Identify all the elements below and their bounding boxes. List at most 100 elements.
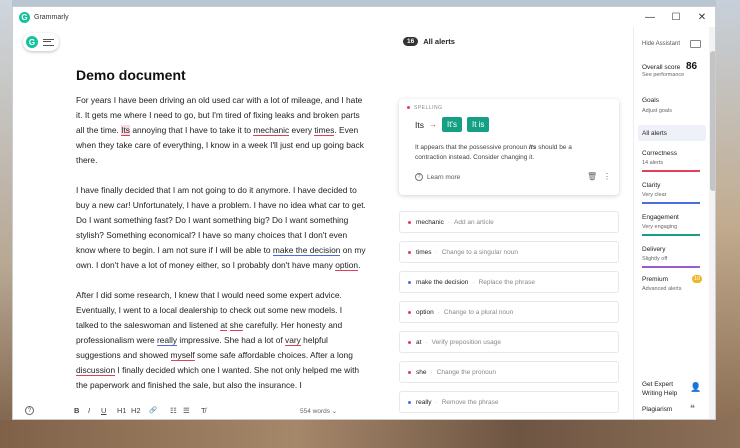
grammarly-menu-button[interactable]: G bbox=[23, 33, 59, 51]
category-clarity[interactable]: Clarity Very clear bbox=[642, 181, 700, 204]
learn-more-link[interactable]: ? Learn more bbox=[415, 173, 460, 181]
alert-list-item[interactable]: mechanic · Add an article bbox=[399, 211, 619, 233]
italic-button[interactable]: I bbox=[88, 406, 90, 415]
document-paragraph[interactable]: I have finally decided that I am not goi… bbox=[76, 183, 366, 273]
flagged-word[interactable]: option bbox=[335, 260, 359, 271]
expert-help-button[interactable]: Get Expert Writing Help bbox=[642, 380, 690, 398]
flagged-word[interactable]: mechanic bbox=[253, 125, 290, 136]
document-title[interactable]: Demo document bbox=[76, 67, 186, 83]
flagged-word[interactable]: make the decision bbox=[272, 245, 341, 256]
arrow-icon: → bbox=[428, 120, 437, 129]
category-name: Correctness bbox=[642, 150, 678, 157]
overall-score-label[interactable]: Overall score See performance bbox=[642, 64, 684, 78]
maximize-button[interactable]: ☐ bbox=[663, 7, 689, 27]
category-color-bar bbox=[642, 170, 700, 172]
alert-list-item[interactable]: she · Change the pronoun bbox=[399, 361, 619, 383]
bold-button[interactable]: B bbox=[74, 406, 79, 415]
formatting-toolbar: ? B I U H1 H2 🔗 ☷ ☰ T̸ 554 words ⌄ bbox=[13, 401, 399, 419]
alert-hint: Change to a singular noun bbox=[441, 248, 518, 256]
category-engagement[interactable]: Engagement Very engaging bbox=[642, 213, 700, 236]
ordered-list-icon[interactable]: ☷ bbox=[170, 406, 177, 415]
desktop-background-left bbox=[0, 0, 12, 448]
window-scrollbar[interactable] bbox=[709, 27, 715, 419]
alert-list-item[interactable]: at · Verify preposition usage bbox=[399, 331, 619, 353]
flagged-word[interactable]: discussion bbox=[76, 365, 116, 376]
word-count[interactable]: 554 words ⌄ bbox=[300, 407, 337, 415]
all-alerts-tab[interactable]: All alerts bbox=[638, 125, 706, 141]
title-bar: G Grammarly — ☐ ✕ bbox=[13, 7, 715, 27]
flagged-word[interactable]: myself bbox=[170, 350, 195, 361]
document-body[interactable]: For years I have been driving an old use… bbox=[76, 93, 366, 417]
alert-word: she bbox=[416, 368, 427, 376]
desktop-background-right bbox=[716, 0, 740, 448]
alert-hint: Verify preposition usage bbox=[431, 338, 501, 346]
link-icon[interactable]: 🔗 bbox=[149, 406, 157, 414]
category-name: Delivery bbox=[642, 246, 666, 253]
heading1-button[interactable]: H1 bbox=[117, 406, 127, 415]
category-label: SPELLING bbox=[414, 105, 443, 111]
flagged-word[interactable]: times bbox=[314, 125, 335, 136]
scrollbar-thumb[interactable] bbox=[710, 51, 715, 191]
suggestion-chip-it-is[interactable]: It is bbox=[466, 117, 490, 132]
separator-dot: · bbox=[447, 218, 450, 226]
separator-dot: · bbox=[430, 368, 433, 376]
separator-dot: · bbox=[437, 308, 440, 316]
paragraph-text: some safe affordable choices. After a lo… bbox=[194, 350, 353, 360]
document-paragraph[interactable]: For years I have been driving an old use… bbox=[76, 93, 366, 168]
panel-toggle-icon[interactable] bbox=[690, 40, 701, 48]
help-icon[interactable]: ? bbox=[25, 406, 34, 415]
alert-list-item[interactable]: times · Change to a singular noun bbox=[399, 241, 619, 263]
heading2-button[interactable]: H2 bbox=[131, 406, 141, 415]
question-icon: ? bbox=[415, 173, 423, 181]
bulleted-list-icon[interactable]: ☰ bbox=[183, 406, 190, 415]
alert-dot-icon bbox=[408, 400, 411, 404]
trash-icon[interactable]: 🗑 bbox=[587, 172, 597, 181]
category-color-bar bbox=[642, 266, 700, 268]
alert-word: mechanic bbox=[416, 218, 444, 226]
description-text: It appears that the possessive pronoun bbox=[415, 144, 529, 151]
category-delivery[interactable]: Delivery Slightly off bbox=[642, 245, 700, 268]
document-paragraph[interactable]: After I did some research, I knew that I… bbox=[76, 288, 366, 393]
alert-dot-icon bbox=[408, 220, 411, 224]
paragraph-text: I finally decided which one I wanted. Sh… bbox=[76, 365, 360, 390]
expanded-alert-card[interactable]: SPELLING Its → It's It is It appears tha… bbox=[399, 99, 619, 195]
separator-dot: · bbox=[425, 338, 428, 346]
alerts-header: 16 All alerts bbox=[403, 37, 455, 46]
premium-label: Premium bbox=[642, 276, 669, 283]
separator-dot: · bbox=[435, 398, 438, 406]
minimize-button[interactable]: — bbox=[637, 7, 663, 27]
flagged-word[interactable]: vary bbox=[285, 335, 301, 346]
alert-count-badge: 16 bbox=[403, 37, 419, 46]
underline-button[interactable]: U bbox=[101, 406, 106, 415]
premium-section[interactable]: Premium 10 Advanced alerts bbox=[642, 275, 702, 294]
category-status: 14 alerts bbox=[642, 160, 664, 166]
more-options-icon[interactable]: ⋮ bbox=[603, 172, 611, 181]
flagged-word[interactable]: she bbox=[229, 320, 244, 331]
alert-dot-icon bbox=[408, 340, 411, 344]
editor-area: G Demo document For years I have been dr… bbox=[13, 27, 399, 419]
alert-list-item[interactable]: really · Remove the phrase bbox=[399, 391, 619, 413]
grammarly-logo-icon: G bbox=[19, 11, 30, 23]
alert-dot-icon bbox=[408, 280, 411, 284]
clear-format-icon[interactable]: T̸ bbox=[201, 406, 206, 415]
window-controls: — ☐ ✕ bbox=[637, 7, 715, 27]
flagged-word[interactable]: really bbox=[157, 335, 178, 346]
alert-word: make the decision bbox=[416, 278, 469, 286]
close-button[interactable]: ✕ bbox=[689, 7, 715, 27]
flagged-word[interactable]: Its bbox=[121, 125, 130, 136]
alert-hint: Change the pronoun bbox=[436, 368, 496, 376]
see-performance-link[interactable]: See performance bbox=[642, 72, 684, 78]
alert-hint: Change to a plural noun bbox=[443, 308, 514, 316]
adjust-goals-link[interactable]: Adjust goals bbox=[642, 108, 672, 114]
category-correctness[interactable]: Correctness 14 alerts bbox=[642, 149, 700, 172]
suggestion-chip-its[interactable]: It's bbox=[441, 117, 462, 132]
alert-list-item[interactable]: make the decision · Replace the phrase bbox=[399, 271, 619, 293]
hide-assistant-button[interactable]: Hide Assistant bbox=[642, 41, 680, 47]
plagiarism-button[interactable]: Plagiarism bbox=[642, 405, 672, 414]
goals-section[interactable]: Goals Adjust goals bbox=[642, 96, 672, 116]
alert-hint: Add an article bbox=[454, 218, 494, 226]
alert-word: at bbox=[416, 338, 422, 346]
alert-hint: Remove the phrase bbox=[441, 398, 499, 406]
alert-list-item[interactable]: option · Change to a plural noun bbox=[399, 301, 619, 323]
assistant-panel: Hide Assistant Overall score See performa… bbox=[633, 27, 709, 419]
